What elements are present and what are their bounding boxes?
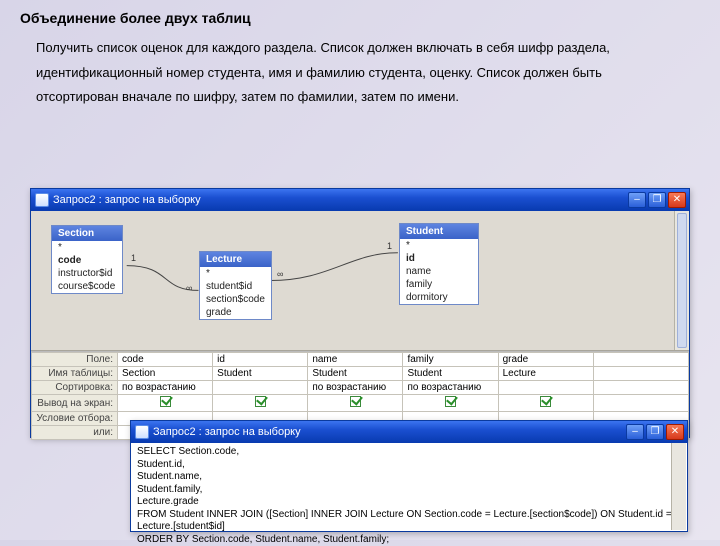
qbe-cell[interactable]: code — [118, 353, 213, 367]
qbe-row-header: Вывод на экран: — [32, 395, 118, 412]
app-icon — [135, 425, 149, 439]
minimize-button[interactable]: – — [628, 192, 646, 208]
qbe-cell[interactable] — [213, 381, 308, 395]
page-title: Объединение более двух таблиц — [0, 0, 720, 32]
qbe-cell[interactable]: Student — [213, 367, 308, 381]
field-item[interactable]: student$id — [200, 280, 271, 293]
qbe-row-header: Имя таблицы: — [32, 367, 118, 381]
field-item[interactable]: section$code — [200, 293, 271, 306]
close-button[interactable]: ✕ — [666, 424, 684, 440]
qbe-cell[interactable]: по возрастанию — [403, 381, 498, 395]
qbe-cell[interactable] — [118, 395, 213, 412]
qbe-cell[interactable]: family — [403, 353, 498, 367]
field-item[interactable]: * — [200, 267, 271, 280]
qbe-cell[interactable] — [593, 367, 688, 381]
close-button[interactable]: ✕ — [668, 192, 686, 208]
show-checkbox[interactable] — [445, 396, 456, 407]
table-card-student[interactable]: Student * id name family dormitory — [399, 223, 479, 305]
query-design-window: Запрос2 : запрос на выборку – ❐ ✕ 1 ∞ ∞ … — [30, 188, 690, 438]
titlebar[interactable]: Запрос2 : запрос на выборку – ❐ ✕ — [131, 421, 687, 443]
titlebar[interactable]: Запрос2 : запрос на выборку – ❐ ✕ — [31, 189, 689, 211]
table-card-section[interactable]: Section * code instructor$id course$code — [51, 225, 123, 294]
vertical-scrollbar[interactable] — [674, 211, 689, 350]
qbe-cell[interactable]: name — [308, 353, 403, 367]
qbe-cell[interactable] — [403, 395, 498, 412]
qbe-row-header: Условие отбора: — [32, 412, 118, 426]
field-item[interactable]: id — [400, 252, 478, 265]
show-checkbox[interactable] — [540, 396, 551, 407]
qbe-row-header: или: — [32, 426, 118, 440]
field-item[interactable]: dormitory — [400, 291, 478, 304]
qbe-cell[interactable]: по возрастанию — [308, 381, 403, 395]
qbe-cell[interactable] — [498, 395, 593, 412]
maximize-button[interactable]: ❐ — [646, 424, 664, 440]
qbe-row-field: Поле: code id name family grade — [32, 353, 689, 367]
field-item[interactable]: grade — [200, 306, 271, 319]
qbe-row-show: Вывод на экран: — [32, 395, 689, 412]
qbe-cell[interactable]: Lecture — [498, 367, 593, 381]
qbe-cell[interactable] — [308, 395, 403, 412]
relationship-pane[interactable]: 1 ∞ ∞ 1 Section * code instructor$id cou… — [31, 211, 689, 351]
app-icon — [35, 193, 49, 207]
qbe-cell[interactable] — [498, 381, 593, 395]
qbe-cell[interactable]: Section — [118, 367, 213, 381]
qbe-cell[interactable]: grade — [498, 353, 593, 367]
maximize-button[interactable]: ❐ — [648, 192, 666, 208]
sql-line: Student.id, — [137, 459, 681, 472]
sql-line: Student.name, — [137, 471, 681, 484]
qbe-row-table: Имя таблицы: Section Student Student Stu… — [32, 367, 689, 381]
sql-line: Lecture.grade — [137, 496, 681, 509]
join-cardinality-one: 1 — [131, 253, 136, 263]
task-description: Получить список оценок для каждого разде… — [0, 32, 720, 116]
sql-line: SELECT Section.code, — [137, 446, 681, 459]
sql-text-area[interactable]: SELECT Section.code, Student.id, Student… — [131, 443, 687, 531]
show-checkbox[interactable] — [160, 396, 171, 407]
sql-line: FROM Student INNER JOIN ([Section] INNER… — [137, 509, 681, 534]
field-item[interactable]: instructor$id — [52, 267, 122, 280]
window-title: Запрос2 : запрос на выборку — [153, 426, 626, 438]
qbe-cell[interactable]: id — [213, 353, 308, 367]
field-item[interactable]: * — [400, 239, 478, 252]
qbe-cell[interactable] — [593, 381, 688, 395]
qbe-cell[interactable] — [593, 395, 688, 412]
qbe-row-header: Поле: — [32, 353, 118, 367]
table-card-title: Student — [400, 224, 478, 239]
join-cardinality-many: ∞ — [186, 283, 192, 293]
qbe-cell[interactable] — [593, 353, 688, 367]
qbe-row-sort: Сортировка: по возрастанию по возрастани… — [32, 381, 689, 395]
qbe-cell[interactable]: Student — [403, 367, 498, 381]
query-sql-window: Запрос2 : запрос на выборку – ❐ ✕ SELECT… — [130, 420, 688, 532]
minimize-button[interactable]: – — [626, 424, 644, 440]
window-title: Запрос2 : запрос на выборку — [53, 194, 628, 206]
field-item[interactable]: course$code — [52, 280, 122, 293]
field-item[interactable]: * — [52, 241, 122, 254]
field-item[interactable]: name — [400, 265, 478, 278]
table-card-title: Lecture — [200, 252, 271, 267]
qbe-cell[interactable]: Student — [308, 367, 403, 381]
table-card-lecture[interactable]: Lecture * student$id section$code grade — [199, 251, 272, 320]
join-cardinality-one: 1 — [387, 241, 392, 251]
qbe-cell[interactable]: по возрастанию — [118, 381, 213, 395]
show-checkbox[interactable] — [255, 396, 266, 407]
qbe-row-header: Сортировка: — [32, 381, 118, 395]
join-cardinality-many: ∞ — [277, 269, 283, 279]
field-item[interactable]: family — [400, 278, 478, 291]
vertical-scrollbar[interactable] — [671, 443, 686, 530]
field-item[interactable]: code — [52, 254, 122, 267]
qbe-cell[interactable] — [213, 395, 308, 412]
show-checkbox[interactable] — [350, 396, 361, 407]
table-card-title: Section — [52, 226, 122, 241]
sql-line: Student.family, — [137, 484, 681, 497]
